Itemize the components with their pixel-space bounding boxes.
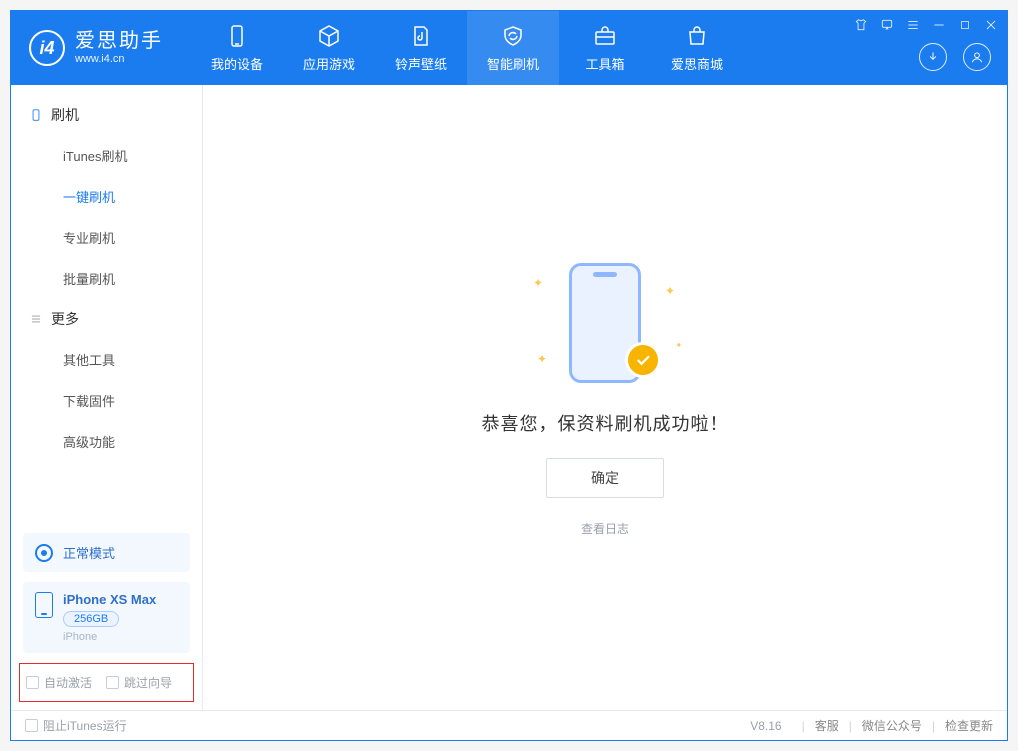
checkbox-icon xyxy=(25,719,38,732)
version-label: V8.16 xyxy=(750,719,781,733)
feedback-icon[interactable] xyxy=(879,17,895,33)
sparkle-icon: • xyxy=(677,338,681,352)
minimize-button[interactable] xyxy=(931,17,947,33)
app-window: i4 爱思助手 www.i4.cn 我的设备 应用游戏 铃声壁纸 智能刷机 xyxy=(10,10,1008,741)
app-logo: i4 爱思助手 www.i4.cn xyxy=(11,11,181,85)
nav-toolbox[interactable]: 工具箱 xyxy=(559,11,651,85)
phone-outline-icon xyxy=(35,592,53,618)
sidebar-bottom: 正常模式 iPhone XS Max 256GB iPhone xyxy=(11,525,202,663)
success-illustration: ✦ ✦ ✦ • xyxy=(515,258,695,388)
sidebar-item-other-tools[interactable]: 其他工具 xyxy=(11,339,202,380)
maximize-button[interactable] xyxy=(957,17,973,33)
sidebar-item-pro-flash[interactable]: 专业刷机 xyxy=(11,217,202,258)
tshirt-icon[interactable] xyxy=(853,17,869,33)
checkbox-icon xyxy=(26,676,39,689)
sidebar-item-batch-flash[interactable]: 批量刷机 xyxy=(11,258,202,299)
sparkle-icon: ✦ xyxy=(665,284,675,298)
device-icon xyxy=(225,24,249,48)
view-log-link[interactable]: 查看日志 xyxy=(581,520,629,537)
logo-icon: i4 xyxy=(29,30,65,66)
wechat-link[interactable]: 微信公众号 xyxy=(862,717,922,734)
separator: | xyxy=(932,719,935,733)
sidebar-group-more[interactable]: 更多 xyxy=(11,299,202,339)
device-card[interactable]: iPhone XS Max 256GB iPhone xyxy=(23,582,190,653)
checkbox-label: 跳过向导 xyxy=(124,674,172,691)
options-highlight-box: 自动激活 跳过向导 xyxy=(19,663,194,702)
device-type: iPhone xyxy=(63,631,156,643)
menu-icon[interactable] xyxy=(905,17,921,33)
sparkle-icon: ✦ xyxy=(533,276,543,290)
nav-store[interactable]: 爱思商城 xyxy=(651,11,743,85)
window-controls xyxy=(853,17,999,33)
music-file-icon xyxy=(409,24,433,48)
nav-label: 爱思商城 xyxy=(671,54,723,73)
sidebar-group-flash[interactable]: 刷机 xyxy=(11,95,202,135)
top-nav: 我的设备 应用游戏 铃声壁纸 智能刷机 工具箱 爱思商城 xyxy=(191,11,743,85)
device-capacity: 256GB xyxy=(63,611,119,627)
nav-label: 智能刷机 xyxy=(487,54,539,73)
app-title: 爱思助手 xyxy=(75,29,163,53)
list-icon xyxy=(29,312,43,326)
sidebar-item-oneclick-flash[interactable]: 一键刷机 xyxy=(11,176,202,217)
body: 刷机 iTunes刷机 一键刷机 专业刷机 批量刷机 更多 其他工具 下载固件 … xyxy=(11,85,1007,710)
group-label: 更多 xyxy=(51,309,79,329)
nav-my-device[interactable]: 我的设备 xyxy=(191,11,283,85)
support-link[interactable]: 客服 xyxy=(815,717,839,734)
sidebar-item-advanced[interactable]: 高级功能 xyxy=(11,421,202,462)
nav-label: 我的设备 xyxy=(211,54,263,73)
statusbar: 阻止iTunes运行 V8.16 | 客服 | 微信公众号 | 检查更新 xyxy=(11,710,1007,740)
cube-icon xyxy=(317,24,341,48)
check-update-link[interactable]: 检查更新 xyxy=(945,717,993,734)
sidebar-item-itunes-flash[interactable]: iTunes刷机 xyxy=(11,135,202,176)
sparkle-icon: ✦ xyxy=(537,352,547,366)
header-actions xyxy=(919,43,991,71)
checkbox-auto-activate[interactable]: 自动激活 xyxy=(26,674,92,691)
user-button[interactable] xyxy=(963,43,991,71)
download-button[interactable] xyxy=(919,43,947,71)
checkbox-label: 自动激活 xyxy=(44,674,92,691)
checkbox-skip-guide[interactable]: 跳过向导 xyxy=(106,674,172,691)
nav-label: 应用游戏 xyxy=(303,54,355,73)
checkbox-block-itunes[interactable]: 阻止iTunes运行 xyxy=(25,717,127,734)
nav-apps-games[interactable]: 应用游戏 xyxy=(283,11,375,85)
app-subtitle: www.i4.cn xyxy=(75,53,163,66)
checkbox-icon xyxy=(106,676,119,689)
checkbox-label: 阻止iTunes运行 xyxy=(43,717,127,734)
sidebar: 刷机 iTunes刷机 一键刷机 专业刷机 批量刷机 更多 其他工具 下载固件 … xyxy=(11,85,203,710)
refresh-shield-icon xyxy=(501,24,525,48)
phone-icon xyxy=(29,108,43,122)
nav-smart-flash[interactable]: 智能刷机 xyxy=(467,11,559,85)
main-content: ✦ ✦ ✦ • 恭喜您，保资料刷机成功啦！ 确定 查看日志 xyxy=(203,85,1007,710)
mode-card[interactable]: 正常模式 xyxy=(23,533,190,572)
bag-icon xyxy=(685,24,709,48)
nav-label: 工具箱 xyxy=(585,54,624,73)
success-message: 恭喜您，保资料刷机成功啦！ xyxy=(482,410,729,436)
separator: | xyxy=(802,719,805,733)
sidebar-item-download-firmware[interactable]: 下载固件 xyxy=(11,380,202,421)
toolbox-icon xyxy=(593,24,617,48)
nav-ringtone-wallpaper[interactable]: 铃声壁纸 xyxy=(375,11,467,85)
device-name: iPhone XS Max xyxy=(63,592,156,607)
check-badge-icon xyxy=(625,342,661,378)
titlebar: i4 爱思助手 www.i4.cn 我的设备 应用游戏 铃声壁纸 智能刷机 xyxy=(11,11,1007,85)
mode-label: 正常模式 xyxy=(63,543,115,562)
close-button[interactable] xyxy=(983,17,999,33)
separator: | xyxy=(849,719,852,733)
mode-icon xyxy=(35,544,53,562)
nav-label: 铃声壁纸 xyxy=(395,54,447,73)
group-label: 刷机 xyxy=(51,105,79,125)
ok-button[interactable]: 确定 xyxy=(546,458,664,498)
